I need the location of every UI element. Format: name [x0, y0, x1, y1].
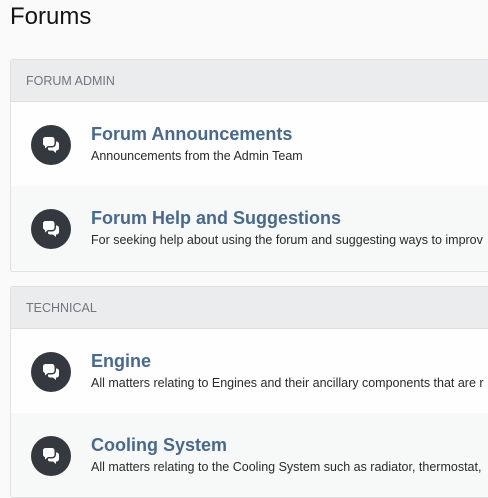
node-title-link[interactable]: Forum Help and Suggestions — [91, 207, 341, 229]
forum-node: Engine All matters relating to Engines a… — [11, 329, 488, 413]
category-block-technical: TECHNICAL Engine All matters relating to… — [10, 286, 488, 498]
chat-bubbles-icon — [31, 352, 71, 392]
node-description: All matters relating to the Cooling Syst… — [91, 460, 482, 474]
node-title-link[interactable]: Cooling System — [91, 434, 227, 456]
chat-bubbles-icon — [31, 209, 71, 249]
forum-node: Forum Help and Suggestions For seeking h… — [11, 186, 488, 270]
forum-node: Cooling System All matters relating to t… — [11, 413, 488, 497]
category-block-forum-admin: FORUM ADMIN Forum Announcements Announce… — [10, 59, 488, 272]
forum-node: Forum Announcements Announcements from t… — [11, 102, 488, 186]
category-header[interactable]: FORUM ADMIN — [11, 60, 488, 102]
node-description: Announcements from the Admin Team — [91, 149, 303, 163]
category-header[interactable]: TECHNICAL — [11, 287, 488, 329]
chat-bubbles-icon — [31, 125, 71, 165]
node-title-link[interactable]: Engine — [91, 350, 151, 372]
chat-bubbles-icon — [31, 436, 71, 476]
node-description: For seeking help about using the forum a… — [91, 233, 483, 247]
node-title-link[interactable]: Forum Announcements — [91, 123, 292, 145]
page-title: Forums — [10, 3, 92, 30]
node-description: All matters relating to Engines and thei… — [91, 376, 484, 390]
